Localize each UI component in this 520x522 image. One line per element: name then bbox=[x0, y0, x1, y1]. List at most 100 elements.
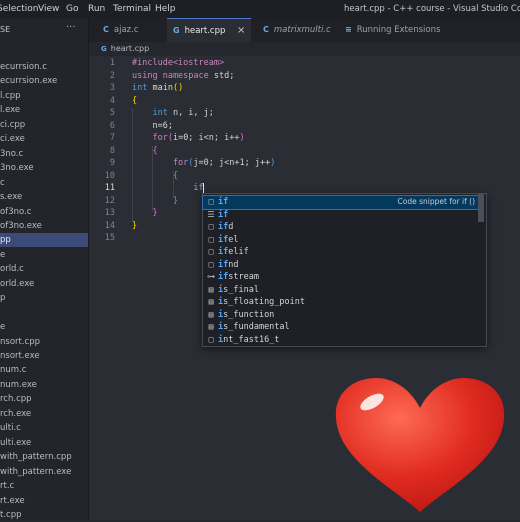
suggest-item[interactable]: □ ifd bbox=[203, 221, 479, 234]
file-item[interactable]: num.exe bbox=[0, 378, 88, 392]
file-item[interactable]: l.cpp bbox=[0, 89, 88, 103]
line-number: 11 bbox=[104, 183, 115, 193]
tab-label: matrixmulti.c bbox=[273, 25, 331, 35]
tab-heart-cpp[interactable]: Gheart.cpp × bbox=[167, 18, 251, 42]
window-title: heart.cpp - C++ course - Visual Studio C… bbox=[344, 4, 520, 14]
line-number: 9 bbox=[109, 158, 115, 168]
struct-icon: ▤ bbox=[208, 322, 214, 331]
file-item[interactable]: of3no.exe bbox=[0, 219, 88, 233]
suggest-item[interactable]: □ int_fast16_t bbox=[203, 334, 479, 347]
suggest-label: ifel bbox=[218, 234, 239, 247]
snippet-icon: □ bbox=[208, 247, 214, 256]
code-line: using namespace std; bbox=[132, 70, 234, 83]
breadcrumb-file[interactable]: heart.cpp bbox=[111, 44, 149, 53]
line-number: 14 bbox=[104, 220, 115, 231]
file-item[interactable]: 3no.c bbox=[0, 147, 88, 161]
file-item[interactable]: nsort.exe bbox=[0, 349, 88, 363]
close-icon[interactable]: × bbox=[237, 19, 245, 43]
suggest-rest: d bbox=[228, 222, 234, 232]
code-token: std; bbox=[213, 70, 235, 81]
breadcrumb[interactable]: Gheart.cpp bbox=[89, 42, 520, 56]
suggest-rest: nt_fast16_t bbox=[223, 334, 280, 345]
line-number: 6 bbox=[109, 120, 115, 131]
file-item[interactable]: rch.exe bbox=[0, 407, 88, 421]
suggest-item[interactable]: ▤ is_floating_point bbox=[203, 296, 479, 309]
heart-icon bbox=[335, 378, 505, 512]
suggest-label: is_fundamental bbox=[218, 321, 290, 334]
suggest-match: if bbox=[218, 209, 229, 220]
code-line: { bbox=[132, 145, 158, 158]
code-token: n, i, j; bbox=[172, 108, 214, 118]
suggest-label: int_fast16_t bbox=[218, 334, 279, 347]
file-item[interactable]: l.exe bbox=[0, 103, 88, 117]
file-item[interactable]: nsort.cpp bbox=[0, 335, 88, 349]
c-file-icon: C bbox=[263, 25, 269, 34]
suggest-label: if bbox=[218, 196, 228, 209]
code-line: int n, i, j; bbox=[132, 107, 214, 120]
file-item[interactable]: rch.cpp bbox=[0, 392, 88, 406]
code-line: if bbox=[132, 182, 203, 195]
code-line: } bbox=[132, 220, 137, 233]
tab-ajaz-c[interactable]: Cajaz.c bbox=[97, 18, 163, 42]
tab-matrixmulti-c[interactable]: Cmatrixmulti.c bbox=[257, 18, 339, 42]
suggest-rest: s_final bbox=[223, 284, 259, 295]
file-item[interactable]: c bbox=[0, 176, 88, 190]
file-item[interactable]: e bbox=[0, 248, 88, 262]
menu-item-run[interactable]: Run bbox=[88, 4, 105, 14]
suggest-match: if bbox=[218, 222, 229, 232]
suggest-item[interactable]: □ ifel bbox=[203, 234, 479, 247]
tab-label: ajaz.c bbox=[113, 25, 139, 35]
code-line: } bbox=[132, 207, 157, 220]
snippet-icon: □ bbox=[208, 234, 214, 244]
suggest-item[interactable]: □ ifnd bbox=[203, 259, 479, 272]
code-token: { bbox=[132, 145, 158, 156]
suggest-label: ifnd bbox=[218, 259, 239, 272]
suggest-item[interactable]: □ ifelif bbox=[203, 246, 479, 259]
heart-shape bbox=[335, 378, 505, 512]
file-item[interactable]: rt.c bbox=[0, 479, 88, 493]
line-number: 1 bbox=[109, 58, 115, 68]
suggest-scrollbar[interactable] bbox=[478, 194, 484, 222]
suggest-item[interactable]: ▤ is_final bbox=[203, 284, 479, 297]
suggest-item[interactable]: □ if Code snippet for if () bbox=[202, 195, 480, 210]
file-item[interactable]: of3no.c bbox=[0, 205, 88, 219]
menu-item-terminal[interactable]: Terminal bbox=[113, 4, 151, 14]
code-token: main bbox=[152, 83, 173, 93]
menu-item-selection[interactable]: Selection bbox=[0, 4, 38, 14]
file-item[interactable]: orld.c bbox=[0, 262, 88, 276]
file-item[interactable]: num.c bbox=[0, 363, 88, 377]
file-item[interactable]: with_pattern.cpp bbox=[0, 450, 88, 464]
suggest-rest: s_function bbox=[223, 309, 275, 320]
file-item[interactable]: p bbox=[0, 291, 88, 305]
file-item[interactable]: orld.exe bbox=[0, 277, 88, 291]
file-item[interactable]: e bbox=[0, 320, 88, 334]
file-item[interactable]: ci.exe bbox=[0, 132, 88, 146]
suggest-item[interactable]: ▤ is_fundamental bbox=[203, 321, 479, 334]
file-item[interactable]: ci.cpp bbox=[0, 118, 88, 132]
file-item[interactable]: with_pattern.exe bbox=[0, 465, 88, 479]
suggest-rest: nd bbox=[228, 259, 239, 270]
file-item[interactable]: s.exe bbox=[0, 190, 88, 204]
file-item[interactable]: rt.exe bbox=[0, 494, 88, 508]
file-item[interactable] bbox=[0, 306, 88, 320]
suggest-label: is_final bbox=[218, 284, 259, 297]
tab-running-extensions[interactable]: ≡ Running Extensions bbox=[339, 18, 449, 42]
file-item[interactable]: pp bbox=[0, 233, 88, 248]
file-item[interactable]: ecurrsion.c bbox=[0, 60, 88, 74]
code-line: int main() bbox=[132, 82, 183, 95]
menu-item-go[interactable]: Go bbox=[66, 4, 78, 14]
file-item[interactable]: ecurrsion.exe bbox=[0, 74, 88, 88]
file-item[interactable]: 3no.exe bbox=[0, 161, 88, 175]
suggest-detail: Code snippet for if () bbox=[397, 197, 475, 206]
indent-guide bbox=[152, 146, 153, 211]
ellipsis-icon[interactable]: ··· bbox=[66, 22, 76, 33]
file-item[interactable]: ulti.exe bbox=[0, 436, 88, 450]
menu-item-view[interactable]: View bbox=[38, 4, 59, 14]
menu-item-help[interactable]: Help bbox=[155, 4, 176, 14]
suggest-item[interactable]: ⊶ ifstream bbox=[203, 271, 479, 284]
suggest-item[interactable]: ☰ if bbox=[203, 209, 479, 222]
suggest-item[interactable]: ▤ is_function bbox=[203, 309, 479, 322]
file-item[interactable]: ulti.c bbox=[0, 421, 88, 435]
code-token: { bbox=[132, 170, 179, 181]
title-bar: Selection View Go Run Terminal Help heart.cpp … bbox=[0, 0, 520, 18]
